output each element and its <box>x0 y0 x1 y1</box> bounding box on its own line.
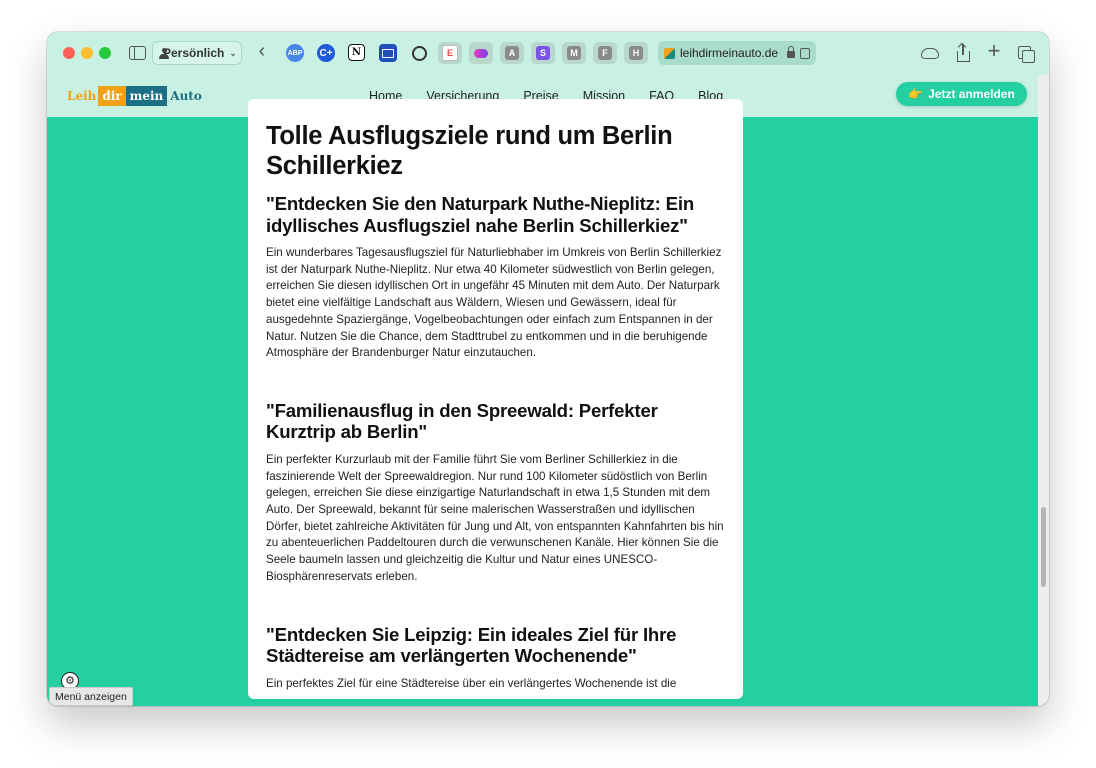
section-heading: "Entdecken Sie Leipzig: Ein ideales Ziel… <box>266 623 677 667</box>
article-section: "Entdecken Sie den Naturpark Nuthe-Niepl… <box>266 193 725 362</box>
section-text: Ein perfekter Kurzurlaub mit der Familie… <box>266 452 724 583</box>
tab-icon-m[interactable]: M <box>562 42 586 64</box>
zoom-window-button[interactable] <box>99 47 111 59</box>
signin-button[interactable]: 👉 Jetzt anmelden <box>896 82 1027 106</box>
scroll-thumb[interactable] <box>1041 507 1046 587</box>
menu-tooltip: Menü anzeigen <box>49 687 133 706</box>
chevron-down-icon: ⌄ <box>229 47 237 58</box>
site-favicon-icon <box>664 47 675 59</box>
minimize-window-button[interactable] <box>81 47 93 59</box>
lock-icon <box>787 46 795 58</box>
section-heading: "Entdecken Sie den Naturpark Nuthe-Niepl… <box>266 193 694 236</box>
c-extension-icon[interactable]: C+ <box>317 44 335 62</box>
profile-label: Persönlich <box>163 46 225 60</box>
back-arrow-icon[interactable]: ‹ <box>254 40 270 62</box>
tab-icon-s[interactable]: S <box>531 42 555 64</box>
close-window-button[interactable] <box>63 47 75 59</box>
adblock-plus-icon[interactable]: ABP <box>286 44 304 62</box>
section-text: Ein wunderbares Tagesausflugsziel für Na… <box>266 246 722 360</box>
tab-overview-icon[interactable] <box>1015 43 1035 63</box>
tab-icon-2[interactable] <box>469 42 493 64</box>
tab-icon-1[interactable]: E <box>438 42 462 64</box>
new-tab-plus-icon[interactable]: + <box>984 38 1004 63</box>
site-logo[interactable]: Leih dir mein Auto <box>67 85 202 107</box>
notion-icon[interactable]: N <box>348 44 365 61</box>
article-section: "Entdecken Sie Leipzig: Ein ideales Ziel… <box>266 624 725 693</box>
tab-icon-f[interactable]: F <box>593 42 617 64</box>
address-bar[interactable]: leihdirmeinauto.de <box>658 41 816 65</box>
book-extension-icon[interactable] <box>379 44 397 62</box>
page-title: Tolle Ausflugsziele rund um Berlin Schil… <box>266 122 673 180</box>
browser-toolbar: Persönlich ⌄ ‹ ABP C+ N E A S M F H leih… <box>47 32 1049 75</box>
tab-icon-h[interactable]: H <box>624 42 648 64</box>
icloud-tabs-icon[interactable] <box>920 43 940 63</box>
reader-mode-icon[interactable] <box>800 47 810 59</box>
section-text: Ein perfektes Ziel für eine Städtereise … <box>266 676 677 690</box>
profile-switcher[interactable]: Persönlich ⌄ <box>152 41 242 65</box>
sidebar-toggle-icon[interactable] <box>127 42 147 64</box>
record-icon[interactable] <box>410 44 428 62</box>
section-heading: "Familienausflug in den Spreewald: Perfe… <box>266 399 658 443</box>
signin-label: Jetzt anmelden <box>928 87 1015 101</box>
pointing-hand-icon: 👉 <box>908 87 924 101</box>
address-url: leihdirmeinauto.de <box>680 46 779 60</box>
tab-icon-a[interactable]: A <box>500 42 524 64</box>
article-card: Tolle Ausflugsziele rund um Berlin Schil… <box>248 99 743 699</box>
share-icon[interactable] <box>953 43 973 63</box>
article-section: "Familienausflug in den Spreewald: Perfe… <box>266 400 725 586</box>
page-scrollbar[interactable] <box>1038 75 1049 706</box>
